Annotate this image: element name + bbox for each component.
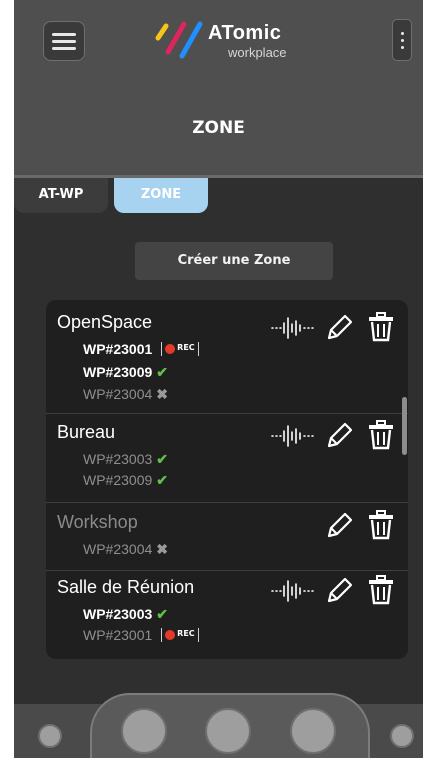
- workplace-id: WP#23001: [83, 341, 153, 357]
- logo-main-text: ATomic: [208, 22, 282, 44]
- rec-dot: [165, 344, 176, 354]
- hamburger-menu-button[interactable]: [43, 21, 85, 61]
- workplace-id: WP#23003: [83, 451, 153, 467]
- list-scrollbar[interactable]: [402, 397, 407, 455]
- check-icon: ✔: [156, 472, 169, 488]
- record-icon: REC: [161, 342, 200, 356]
- record-icon: REC: [161, 628, 200, 642]
- trash-icon[interactable]: [368, 312, 394, 342]
- zone-item-salle-de-reunion: Salle de Réunion WP#23003 ✔ WP#23001 REC: [46, 570, 408, 659]
- check-icon: ✔: [156, 364, 169, 380]
- check-icon: ✔: [156, 451, 169, 467]
- tab-zone[interactable]: ZONE: [114, 178, 208, 213]
- app-header: ATomic workplace ZONE: [14, 0, 423, 175]
- trash-icon[interactable]: [368, 420, 394, 450]
- workplace-id: WP#23009: [83, 364, 153, 380]
- zone-name: Salle de Réunion: [57, 577, 195, 597]
- zone-item-workshop: Workshop WP#23004 ✖: [46, 502, 408, 571]
- sound-wave-icon[interactable]: [270, 579, 316, 603]
- workplace-item: WP#23003 ✔: [83, 451, 168, 468]
- workplace-id: WP#23009: [83, 472, 153, 488]
- more-options-button[interactable]: [392, 19, 412, 61]
- cross-icon: ✖: [156, 386, 169, 402]
- logo-sub-text: workplace: [228, 45, 287, 60]
- kebab-menu-icon: [401, 32, 404, 35]
- workplace-item: WP#23004 ✖: [83, 541, 168, 558]
- trash-icon[interactable]: [368, 510, 394, 540]
- pencil-icon[interactable]: [325, 420, 353, 450]
- workplace-item: WP#23003 ✔: [83, 606, 168, 623]
- pencil-icon[interactable]: [325, 312, 353, 342]
- workplace-id: WP#23004: [83, 386, 153, 402]
- bottom-button-left[interactable]: [38, 724, 62, 748]
- sound-wave-icon[interactable]: [270, 424, 316, 448]
- workplace-item: WP#23001 REC: [83, 341, 200, 357]
- zone-name: OpenSpace: [57, 312, 153, 332]
- tab-at-wp[interactable]: AT-WP: [14, 178, 108, 213]
- workplace-id: WP#23004: [83, 541, 153, 557]
- create-zone-button[interactable]: Créer une Zone: [135, 242, 333, 280]
- zone-name: Bureau: [57, 422, 116, 442]
- hamburger-menu-icon: [52, 33, 76, 36]
- workplace-item: WP#23004 ✖: [83, 386, 168, 403]
- trash-icon[interactable]: [368, 575, 394, 605]
- pencil-icon[interactable]: [325, 575, 353, 605]
- hamburger-line: [52, 47, 76, 50]
- cross-icon: ✖: [156, 541, 169, 557]
- workplace-item: WP#23009 ✔: [83, 472, 168, 489]
- zone-name: Workshop: [57, 512, 138, 532]
- app-logo: ATomic workplace: [150, 10, 310, 65]
- pencil-icon[interactable]: [325, 510, 353, 540]
- logo-stripes-icon: [155, 21, 203, 59]
- check-icon: ✔: [156, 606, 169, 622]
- kebab-dot: [401, 46, 404, 49]
- bottom-button-3[interactable]: [290, 708, 336, 754]
- rec-label: REC: [177, 629, 195, 638]
- rec-dot: [165, 630, 176, 640]
- hamburger-line: [52, 40, 76, 43]
- bottom-button-right[interactable]: [390, 724, 414, 748]
- zone-item-bureau: Bureau WP#23003 ✔ WP#23009 ✔: [46, 413, 408, 503]
- workplace-item: WP#23001 REC: [83, 627, 200, 643]
- workplace-item: WP#23009 ✔: [83, 364, 168, 381]
- workplace-id: WP#23001: [83, 627, 153, 643]
- bottom-button-2[interactable]: [205, 708, 251, 754]
- sound-wave-icon[interactable]: [270, 316, 316, 340]
- zone-list: OpenSpace WP#23001 REC WP#23009 ✔ WP#2300…: [46, 300, 408, 659]
- page-title: ZONE: [192, 118, 245, 138]
- rec-label: REC: [177, 343, 195, 352]
- kebab-dot: [401, 39, 404, 42]
- app-screen: ATomic workplace ZONE AT-WP ZONE Créer u…: [14, 0, 423, 758]
- bottom-button-1[interactable]: [121, 708, 167, 754]
- workplace-id: WP#23003: [83, 606, 153, 622]
- zone-item-openspace: OpenSpace WP#23001 REC WP#23009 ✔ WP#2300…: [46, 300, 408, 414]
